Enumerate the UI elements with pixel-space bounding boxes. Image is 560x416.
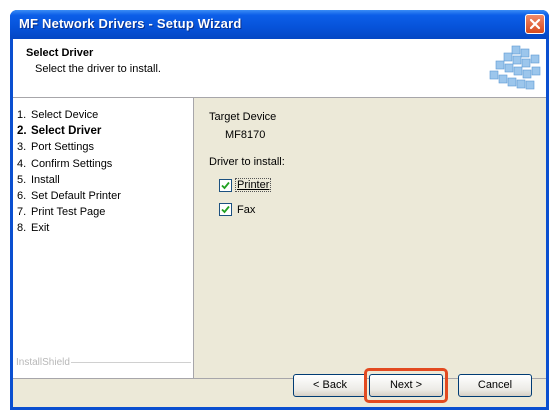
- step-label: Print Test Page: [31, 206, 106, 219]
- fax-checkbox[interactable]: [219, 203, 232, 216]
- step-label: Set Default Printer: [31, 189, 121, 202]
- steps-sidebar: 1. Select Device 2. Select Driver 3. Port S…: [13, 98, 194, 378]
- step-label: Install: [31, 173, 60, 186]
- step-label: Select Driver: [31, 125, 102, 138]
- steps-list: 1. Select Device 2. Select Driver 3. Port S…: [17, 109, 121, 239]
- checkmark-icon: [221, 181, 230, 190]
- step-item: 4. Confirm Settings: [17, 157, 113, 170]
- installshield-brand: InstallShield: [16, 356, 191, 368]
- driver-to-install-label: Driver to install:: [209, 156, 285, 168]
- target-device-label: Target Device: [209, 111, 277, 123]
- target-device-value: MF8170: [225, 129, 266, 141]
- setup-wizard-window: MF Network Drivers - Setup Wizard Select…: [10, 10, 549, 410]
- step-label: Port Settings: [31, 141, 94, 154]
- step-item: 8. Exit: [17, 222, 50, 235]
- step-item: 3. Port Settings: [17, 141, 94, 154]
- wizard-header: Select Driver Select the driver to insta…: [13, 39, 546, 98]
- page-subtitle: Select the driver to install.: [35, 63, 161, 75]
- cancel-button[interactable]: Cancel: [458, 374, 532, 397]
- step-item: 1. Select Device: [17, 109, 99, 121]
- main-panel: Target Device MF8170 Driver to install: …: [194, 98, 546, 378]
- close-button[interactable]: [525, 14, 545, 34]
- step-item: 5. Install: [17, 173, 60, 186]
- checkmark-icon: [221, 205, 230, 214]
- printer-checkbox[interactable]: [219, 179, 232, 192]
- page-title: Select Driver: [26, 47, 94, 59]
- fax-checkbox-label[interactable]: Fax: [237, 204, 255, 216]
- step-label: Exit: [31, 222, 50, 235]
- title-bar[interactable]: MF Network Drivers - Setup Wizard: [10, 10, 549, 39]
- next-button-highlight: [364, 368, 448, 403]
- step-label: Select Device: [31, 109, 99, 121]
- printer-checkbox-label[interactable]: Printer: [234, 178, 272, 192]
- dialog-body: Select Driver Select the driver to insta…: [13, 39, 546, 407]
- step-label: Confirm Settings: [31, 157, 113, 170]
- close-icon: [529, 18, 541, 30]
- step-item: 6. Set Default Printer: [17, 189, 121, 202]
- window-title: MF Network Drivers - Setup Wizard: [19, 16, 242, 31]
- step-item-current: 2. Select Driver: [17, 125, 102, 138]
- installer-graphic-icon: [489, 45, 541, 90]
- back-button[interactable]: < Back: [293, 374, 367, 397]
- step-item: 7. Print Test Page: [17, 206, 106, 219]
